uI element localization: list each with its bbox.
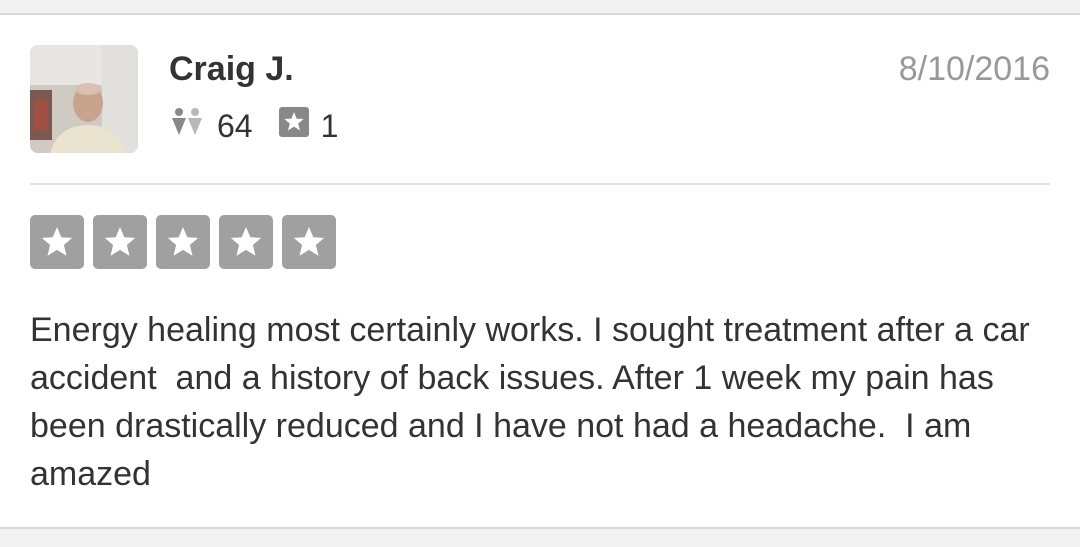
- rating-star-3: [156, 215, 210, 269]
- reviews-count: 1: [320, 107, 339, 144]
- user-stats: 64 1: [169, 107, 338, 145]
- rating-star-4: [219, 215, 273, 269]
- star-icon: [167, 227, 199, 256]
- star-icon: [230, 227, 262, 256]
- next-card-edge: [0, 527, 1080, 547]
- review-star-icon: [278, 107, 309, 145]
- previous-card-edge: [0, 0, 1080, 15]
- review-date: 8/10/2016: [898, 50, 1050, 88]
- review-text: Energy healing most certainly works. I s…: [30, 311, 1040, 493]
- star-icon: [41, 227, 73, 256]
- header-divider: [30, 183, 1050, 185]
- friends-icon: [169, 107, 205, 145]
- user-name[interactable]: Craig J.: [169, 49, 294, 89]
- friends-count: 64: [217, 107, 253, 144]
- user-avatar[interactable]: [30, 45, 138, 153]
- rating-star-1: [30, 215, 84, 269]
- star-icon: [104, 227, 136, 256]
- review-card: Craig J. 8/10/2016 64 1 Energy healing m…: [0, 15, 1080, 527]
- rating-star-5: [282, 215, 336, 269]
- star-rating: [30, 215, 336, 269]
- rating-star-2: [93, 215, 147, 269]
- star-icon: [293, 227, 325, 256]
